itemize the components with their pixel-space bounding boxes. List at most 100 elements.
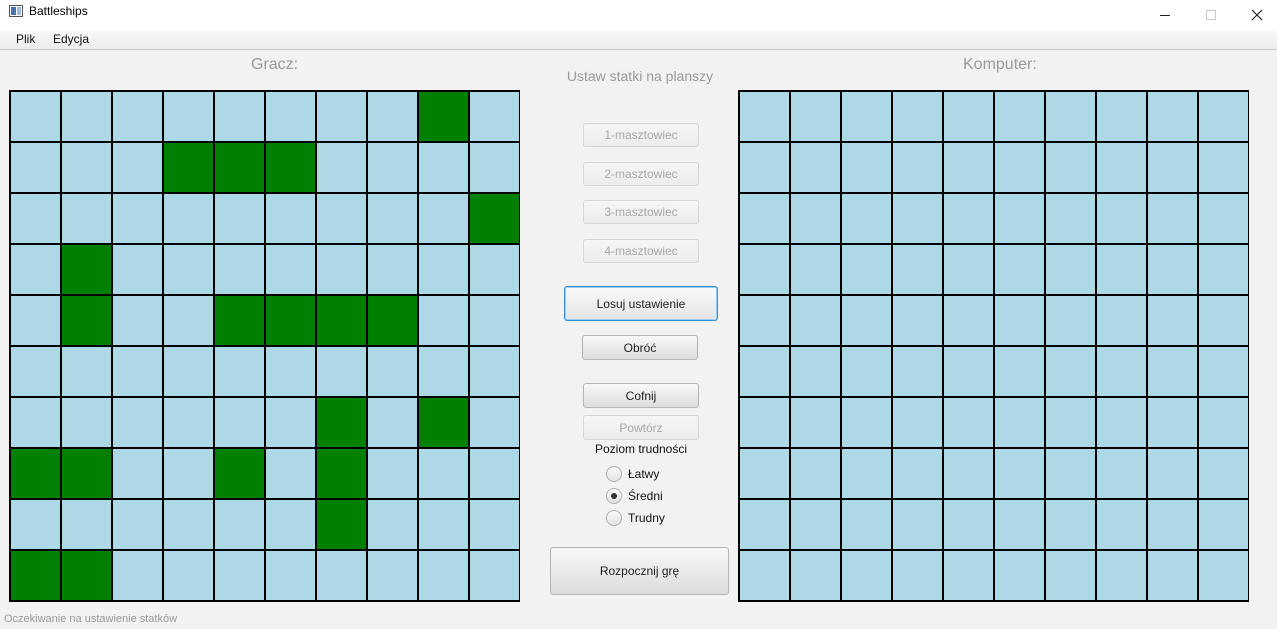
computer-board-water-cell[interactable] [842, 143, 891, 192]
player-board-water-cell[interactable] [470, 551, 519, 600]
undo-button[interactable]: Cofnij [583, 383, 699, 408]
menu-plik[interactable]: Plik [16, 32, 35, 46]
player-board-water-cell[interactable] [164, 449, 213, 498]
player-board-ship-cell[interactable] [62, 551, 111, 600]
maximize-button[interactable] [1188, 0, 1234, 30]
computer-board-water-cell[interactable] [1097, 92, 1146, 141]
player-board-water-cell[interactable] [11, 500, 60, 549]
player-board-water-cell[interactable] [215, 500, 264, 549]
computer-board-water-cell[interactable] [1199, 194, 1248, 243]
computer-board-water-cell[interactable] [842, 398, 891, 447]
player-board-water-cell[interactable] [11, 194, 60, 243]
player-board-water-cell[interactable] [215, 347, 264, 396]
player-board-ship-cell[interactable] [368, 296, 417, 345]
player-board-water-cell[interactable] [317, 551, 366, 600]
computer-board-water-cell[interactable] [995, 194, 1044, 243]
player-board-water-cell[interactable] [470, 296, 519, 345]
player-board-water-cell[interactable] [113, 194, 162, 243]
computer-board-water-cell[interactable] [1199, 398, 1248, 447]
computer-board-water-cell[interactable] [740, 398, 789, 447]
player-board-water-cell[interactable] [266, 92, 315, 141]
computer-board-water-cell[interactable] [791, 551, 840, 600]
computer-board-water-cell[interactable] [893, 296, 942, 345]
computer-board-water-cell[interactable] [1148, 398, 1197, 447]
computer-board-water-cell[interactable] [1148, 449, 1197, 498]
player-board-water-cell[interactable] [470, 143, 519, 192]
computer-board-water-cell[interactable] [944, 92, 993, 141]
player-board-water-cell[interactable] [164, 551, 213, 600]
player-board-water-cell[interactable] [317, 143, 366, 192]
computer-board-water-cell[interactable] [842, 92, 891, 141]
computer-board-water-cell[interactable] [1148, 92, 1197, 141]
computer-board-water-cell[interactable] [842, 245, 891, 294]
player-board-water-cell[interactable] [164, 347, 213, 396]
computer-board-water-cell[interactable] [1199, 92, 1248, 141]
player-board-water-cell[interactable] [62, 347, 111, 396]
player-board-water-cell[interactable] [215, 551, 264, 600]
player-board-water-cell[interactable] [62, 92, 111, 141]
difficulty-hard-radio[interactable] [606, 510, 622, 526]
player-board-water-cell[interactable] [11, 296, 60, 345]
computer-board-water-cell[interactable] [791, 245, 840, 294]
computer-board-water-cell[interactable] [1148, 551, 1197, 600]
computer-board-water-cell[interactable] [740, 143, 789, 192]
difficulty-hard-option[interactable]: Trudny [606, 509, 665, 527]
player-board-water-cell[interactable] [317, 347, 366, 396]
player-board-water-cell[interactable] [470, 245, 519, 294]
computer-board-water-cell[interactable] [842, 500, 891, 549]
computer-board-water-cell[interactable] [1046, 398, 1095, 447]
player-board-water-cell[interactable] [317, 245, 366, 294]
player-board-water-cell[interactable] [368, 551, 417, 600]
player-board-water-cell[interactable] [419, 194, 468, 243]
computer-board-water-cell[interactable] [944, 347, 993, 396]
player-board-ship-cell[interactable] [164, 143, 213, 192]
computer-board-water-cell[interactable] [944, 500, 993, 549]
computer-board-water-cell[interactable] [944, 398, 993, 447]
computer-board-water-cell[interactable] [1148, 296, 1197, 345]
three-mast-ship-button[interactable]: 3-masztowiec [583, 200, 699, 224]
computer-board-water-cell[interactable] [995, 551, 1044, 600]
player-board-water-cell[interactable] [266, 449, 315, 498]
computer-board-water-cell[interactable] [995, 92, 1044, 141]
player-board-water-cell[interactable] [266, 245, 315, 294]
computer-board-water-cell[interactable] [1199, 245, 1248, 294]
difficulty-medium-radio[interactable] [606, 488, 622, 504]
player-board-water-cell[interactable] [368, 500, 417, 549]
computer-board-water-cell[interactable] [1148, 143, 1197, 192]
player-board-water-cell[interactable] [113, 500, 162, 549]
player-board-water-cell[interactable] [113, 296, 162, 345]
computer-board-water-cell[interactable] [995, 143, 1044, 192]
player-board-ship-cell[interactable] [62, 296, 111, 345]
computer-board-water-cell[interactable] [791, 500, 840, 549]
player-board-water-cell[interactable] [266, 551, 315, 600]
player-board-water-cell[interactable] [164, 92, 213, 141]
player-board-water-cell[interactable] [11, 92, 60, 141]
player-board-water-cell[interactable] [215, 92, 264, 141]
player-board-water-cell[interactable] [419, 143, 468, 192]
computer-board-water-cell[interactable] [791, 143, 840, 192]
computer-board-water-cell[interactable] [740, 500, 789, 549]
player-board-water-cell[interactable] [266, 347, 315, 396]
player-board-water-cell[interactable] [164, 296, 213, 345]
computer-board-water-cell[interactable] [791, 449, 840, 498]
computer-board-water-cell[interactable] [1097, 296, 1146, 345]
player-board-water-cell[interactable] [419, 500, 468, 549]
player-board-water-cell[interactable] [470, 92, 519, 141]
computer-board-water-cell[interactable] [1046, 500, 1095, 549]
redo-button[interactable]: Powtórz [583, 415, 699, 440]
computer-board-water-cell[interactable] [1199, 551, 1248, 600]
player-board-water-cell[interactable] [113, 551, 162, 600]
computer-board-water-cell[interactable] [1097, 551, 1146, 600]
player-board-ship-cell[interactable] [11, 449, 60, 498]
computer-board-water-cell[interactable] [1046, 245, 1095, 294]
player-board-water-cell[interactable] [11, 398, 60, 447]
computer-board-water-cell[interactable] [944, 551, 993, 600]
player-board-water-cell[interactable] [470, 347, 519, 396]
player-board-water-cell[interactable] [470, 500, 519, 549]
player-board-water-cell[interactable] [164, 245, 213, 294]
close-button[interactable] [1234, 0, 1277, 30]
computer-board-water-cell[interactable] [1097, 347, 1146, 396]
player-board-water-cell[interactable] [113, 449, 162, 498]
computer-board-water-cell[interactable] [1199, 500, 1248, 549]
computer-board-water-cell[interactable] [1148, 500, 1197, 549]
